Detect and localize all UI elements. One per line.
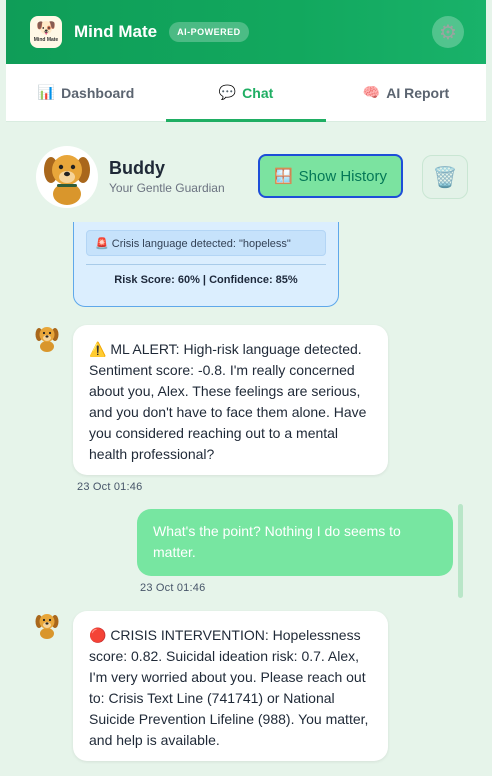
tab-label: Dashboard bbox=[61, 84, 135, 101]
buddy-avatar bbox=[36, 146, 98, 208]
show-history-button[interactable]: 🪟 Show History bbox=[258, 154, 403, 198]
gear-icon: ⚙ bbox=[439, 21, 457, 44]
app-logo: 🐶 Mind Mate bbox=[30, 16, 62, 48]
risk-score-text: Risk Score: 60% | Confidence: 85% bbox=[114, 274, 298, 286]
ml-analysis-card: 🚨 Crisis language detected: "hopeless" R… bbox=[73, 222, 339, 307]
trash-icon: 🗑️ bbox=[432, 166, 458, 189]
divider bbox=[86, 264, 326, 265]
companion-name: Buddy bbox=[109, 158, 165, 178]
bar-chart-icon: 📊 bbox=[37, 84, 56, 100]
dog-avatar-icon bbox=[35, 327, 59, 352]
dog-avatar-icon bbox=[44, 155, 90, 205]
bot-avatar bbox=[32, 610, 62, 640]
tab-chat[interactable]: 💬 Chat bbox=[166, 64, 326, 122]
tab-label: AI Report bbox=[386, 84, 450, 101]
dog-logo-icon: 🐶 bbox=[36, 20, 56, 37]
message-timestamp: 23 Oct 01:46 bbox=[77, 481, 143, 493]
user-message: What's the point? Nothing I do seems to … bbox=[137, 509, 453, 576]
scrollbar-thumb[interactable] bbox=[458, 504, 463, 598]
clear-chat-button[interactable]: 🗑️ bbox=[422, 155, 468, 199]
chat-panel: Buddy Your Gentle Guardian 🪟 Show Histor… bbox=[6, 122, 486, 776]
window-icon: 🪟 bbox=[273, 168, 293, 185]
message-timestamp: 23 Oct 01:46 bbox=[140, 582, 206, 594]
tab-label: Chat bbox=[242, 84, 274, 101]
app-title: Mind Mate bbox=[74, 22, 158, 41]
brain-icon: 🧠 bbox=[362, 84, 381, 100]
bot-message: ⚠️ ML ALERT: High-risk language detected… bbox=[73, 325, 388, 475]
main-tabs: 📊 Dashboard 💬 Chat 🧠 AI Report bbox=[6, 64, 486, 122]
dog-avatar-icon bbox=[35, 614, 59, 639]
show-history-label: Show History bbox=[298, 167, 388, 185]
crisis-detection-note: 🚨 Crisis language detected: "hopeless" bbox=[86, 230, 326, 256]
message-list[interactable]: 🚨 Crisis language detected: "hopeless" R… bbox=[6, 222, 486, 776]
tab-ai-report[interactable]: 🧠 AI Report bbox=[326, 64, 486, 121]
speech-bubble-icon: 💬 bbox=[218, 84, 237, 100]
app-header: 🐶 Mind Mate Mind Mate AI-POWERED ⚙ bbox=[6, 0, 486, 64]
ai-powered-badge: AI-POWERED bbox=[169, 22, 249, 42]
bot-avatar bbox=[32, 323, 62, 353]
bot-message: 🔴 CRISIS INTERVENTION: Hopelessness scor… bbox=[73, 611, 388, 761]
companion-subtitle: Your Gentle Guardian bbox=[109, 181, 225, 195]
tab-dashboard[interactable]: 📊 Dashboard bbox=[6, 64, 166, 121]
settings-button[interactable]: ⚙ bbox=[432, 16, 464, 48]
